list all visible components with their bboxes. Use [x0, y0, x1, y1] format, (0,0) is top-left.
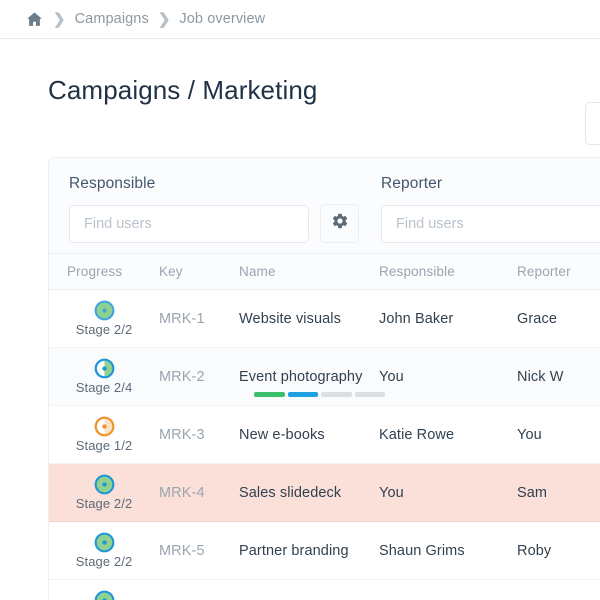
progress-segments — [254, 392, 385, 397]
home-icon[interactable] — [24, 9, 44, 29]
table-row[interactable]: Stage 2/2 MRK-5 Partner branding Shaun Grim… — [49, 522, 600, 580]
cell-reporter: Sam — [517, 484, 600, 502]
cell-key-text: MRK-1 — [159, 311, 205, 327]
table-row[interactable]: Stage 2/2MRK-5BusinesscardsJohn BakerJoh… — [49, 580, 600, 600]
cell-name: Sales slidedeck — [239, 484, 379, 502]
cell-progress: Stage 2/2 — [49, 300, 159, 337]
cell-progress: Stage 1/2 — [49, 416, 159, 453]
cell-responsible: You — [379, 484, 517, 502]
cell-reporter: You — [517, 426, 600, 444]
stage-label: Stage 2/2 — [76, 322, 133, 337]
header-action-button[interactable] — [585, 102, 600, 145]
column-header-key[interactable]: Key — [159, 264, 239, 279]
stage-label: Stage 2/2 — [76, 554, 133, 569]
cell-name-text: Website visuals — [239, 311, 341, 327]
breadcrumb-separator-1: ❯ — [53, 12, 66, 27]
cell-progress: Stage 2/2 — [49, 532, 159, 569]
cell-name: Partner branding — [239, 542, 379, 560]
breadcrumb-item-campaigns[interactable]: Campaigns — [75, 11, 149, 27]
gear-icon — [331, 212, 349, 235]
table-body: Stage 2/2 MRK-1 Website visuals John Baker G… — [49, 290, 600, 600]
stage-label: Stage 2/2 — [76, 496, 133, 511]
cell-key: MRK-3 — [159, 426, 239, 444]
table-row[interactable]: Stage 2/4 MRK-2 Event photography You Nick W — [49, 348, 600, 406]
stage-label: Stage 2/4 — [76, 380, 133, 395]
progress-segment-1 — [254, 392, 285, 397]
cell-key-text: MRK-3 — [159, 427, 205, 443]
progress-segment-4 — [355, 392, 386, 397]
cell-responsible-text: Katie Rowe — [379, 427, 454, 443]
cell-reporter: Nick W — [517, 368, 600, 386]
stage-progress-icon — [94, 532, 115, 553]
cell-reporter-text: Roby — [517, 543, 551, 559]
reporter-filter-label: Reporter — [381, 175, 600, 193]
table-row[interactable]: Stage 1/2 MRK-3 New e-books Katie Rowe You — [49, 406, 600, 464]
cell-name-text: New e-books — [239, 427, 325, 443]
cell-responsible-text: John Baker — [379, 311, 453, 327]
cell-progress: Stage 2/2 — [49, 474, 159, 511]
column-header-name[interactable]: Name — [239, 264, 379, 279]
cell-key-text: MRK-4 — [159, 485, 205, 501]
cell-name: Website visuals — [239, 310, 379, 328]
cell-reporter: Grace — [517, 310, 600, 328]
jobs-table: Progress Key Name Responsible Reporter S… — [48, 253, 600, 600]
table-row[interactable]: Stage 2/2 MRK-4 Sales slidedeck You Sam — [49, 464, 600, 522]
cell-reporter: Roby — [517, 542, 600, 560]
cell-responsible-text: Shaun Grims — [379, 543, 465, 559]
cell-name: New e-books — [239, 426, 379, 444]
cell-responsible: You — [379, 368, 517, 386]
table-row[interactable]: Stage 2/2 MRK-1 Website visuals John Baker G… — [49, 290, 600, 348]
cell-key: MRK-5 — [159, 542, 239, 560]
table-header-row: Progress Key Name Responsible Reporter — [49, 253, 600, 290]
responsible-filter-label: Responsible — [69, 175, 309, 193]
cell-name-text: Sales slidedeck — [239, 485, 341, 501]
progress-segment-3 — [321, 392, 352, 397]
column-header-progress[interactable]: Progress — [49, 264, 159, 279]
cell-progress: Stage 2/4 — [49, 358, 159, 395]
stage-progress-icon — [94, 590, 115, 600]
filter-group-responsible: Responsible — [69, 175, 309, 243]
cell-reporter-text: Sam — [517, 485, 547, 501]
cell-key-text: MRK-5 — [159, 543, 205, 559]
cell-reporter-text: You — [517, 427, 542, 443]
cell-reporter-text: Nick W — [517, 369, 564, 385]
cell-responsible-text: You — [379, 485, 404, 501]
cell-responsible: John Baker — [379, 310, 517, 328]
cell-key: MRK-2 — [159, 368, 239, 386]
cell-key: MRK-4 — [159, 484, 239, 502]
column-header-responsible[interactable]: Responsible — [379, 264, 517, 279]
cell-name-text: Partner branding — [239, 543, 349, 559]
cell-progress: Stage 2/2 — [49, 590, 159, 600]
cell-reporter-text: Grace — [517, 311, 557, 327]
cell-name-text: Event photography — [239, 369, 362, 385]
page-title: Campaigns / Marketing — [0, 39, 600, 106]
cell-responsible: Katie Rowe — [379, 426, 517, 444]
filter-row: Responsible Reporter — [49, 175, 600, 261]
cell-name: Event photography — [239, 368, 379, 386]
stage-progress-icon — [94, 474, 115, 495]
filter-settings-button[interactable] — [320, 204, 359, 243]
column-header-reporter[interactable]: Reporter — [517, 264, 600, 279]
cell-key: MRK-1 — [159, 310, 239, 328]
stage-progress-icon — [94, 358, 115, 379]
filter-group-reporter: Reporter — [381, 175, 600, 243]
filter-panel: Responsible Reporter — [48, 157, 600, 262]
breadcrumb: ❯ Campaigns ❯ Job overview — [0, 0, 600, 39]
stage-progress-icon — [94, 300, 115, 321]
breadcrumb-item-job-overview[interactable]: Job overview — [179, 11, 265, 27]
cell-responsible: Shaun Grims — [379, 542, 517, 560]
stage-label: Stage 1/2 — [76, 438, 133, 453]
progress-segment-2 — [288, 392, 319, 397]
cell-key-text: MRK-2 — [159, 369, 205, 385]
cell-responsible-text: You — [379, 369, 404, 385]
stage-progress-icon — [94, 416, 115, 437]
responsible-find-users-input[interactable] — [69, 205, 309, 243]
breadcrumb-separator-2: ❯ — [158, 12, 171, 27]
reporter-find-users-input[interactable] — [381, 205, 600, 243]
page-content: Campaigns / Marketing Responsible Report… — [0, 39, 600, 600]
